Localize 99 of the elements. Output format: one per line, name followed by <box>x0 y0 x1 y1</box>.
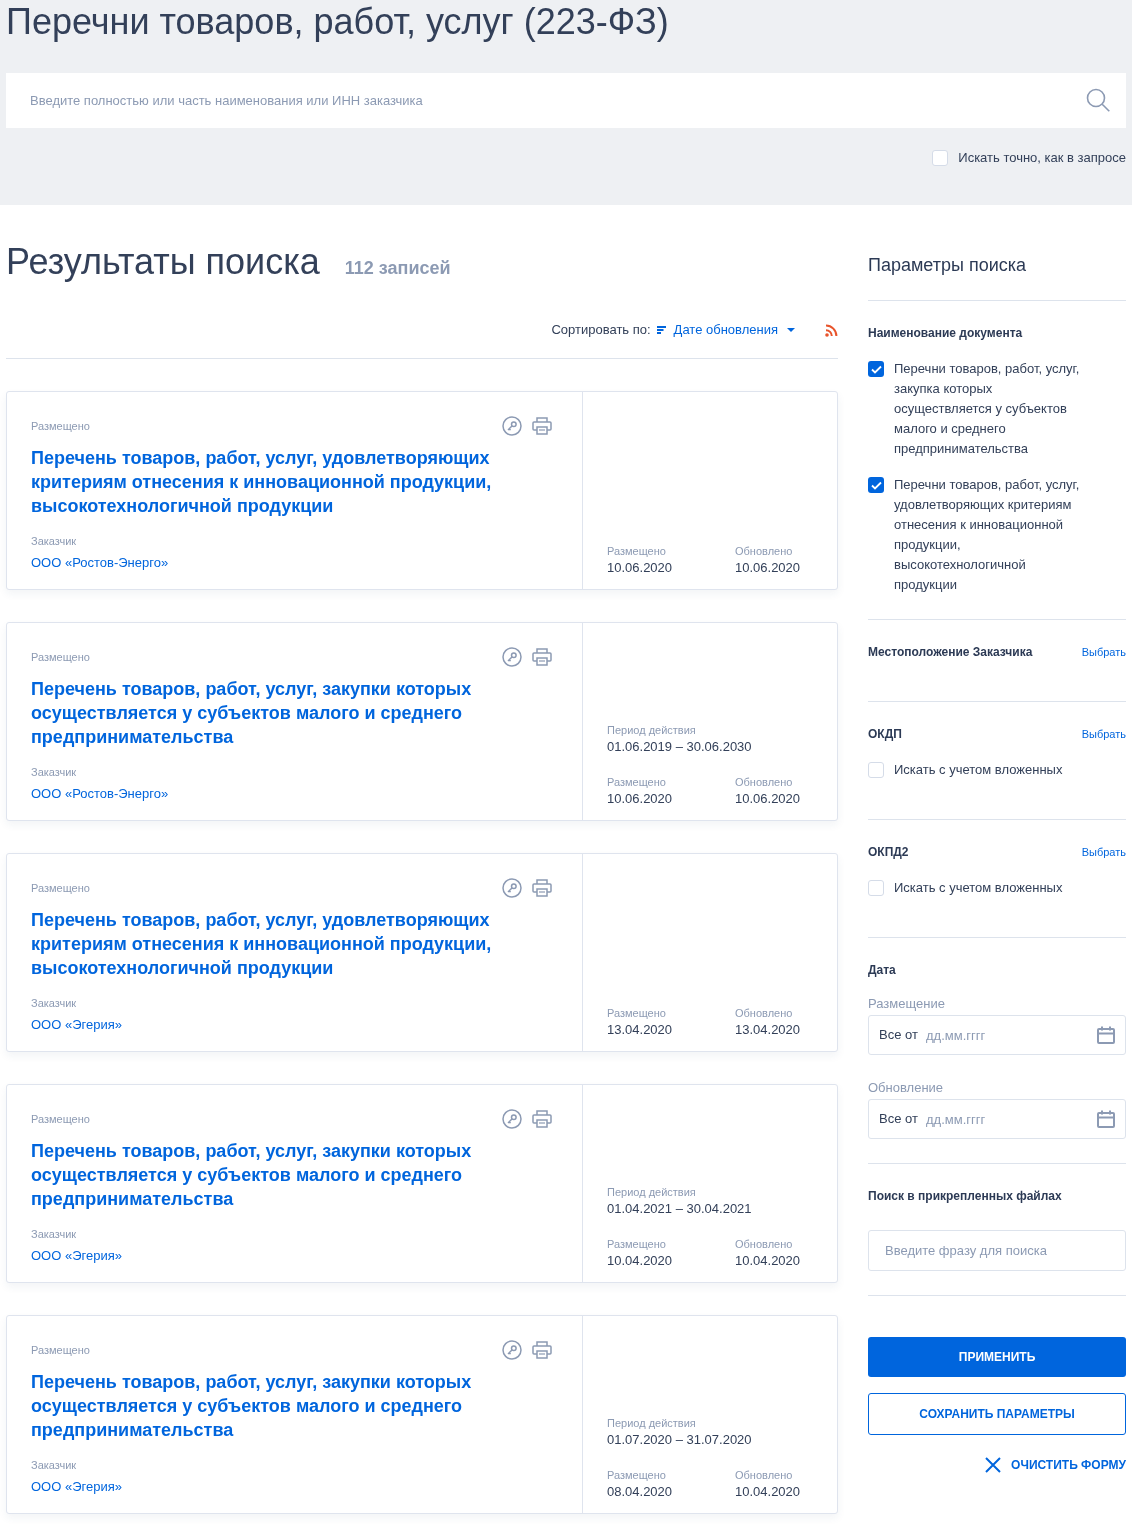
date-value: 10.04.2020 <box>735 1253 801 1269</box>
date-value: 08.04.2020 <box>607 1484 673 1500</box>
customer-label: Заказчик <box>31 1227 77 1242</box>
document-title-link[interactable]: Перечень товаров, работ, услуг, удовлетворяющих критериям отнесения к инновационной продукции, высокотехнологичной продукции <box>31 446 536 518</box>
date-label: Обновлено <box>735 1237 793 1252</box>
sort-label: Сортировать по: <box>551 322 651 338</box>
printer-icon[interactable] <box>532 417 552 435</box>
date-value: 10.04.2020 <box>607 1253 673 1269</box>
customer-label: Заказчик <box>31 996 77 1011</box>
option-label: Искать с учетом вложенных <box>894 880 1063 896</box>
apply-button[interactable]: ПРИМЕНИТЬ <box>868 1337 1126 1377</box>
printer-icon[interactable] <box>532 648 552 666</box>
section-title: ОКПД2 <box>868 844 909 860</box>
select-link[interactable]: Выбрать <box>1081 644 1126 660</box>
date-label: Обновлено <box>735 1468 793 1483</box>
check-icon <box>870 480 882 490</box>
calendar-icon[interactable] <box>1097 1026 1115 1044</box>
customer-link[interactable]: ООО «Эгерия» <box>31 1479 122 1495</box>
date-prefix: Все от <box>879 1027 918 1043</box>
key-icon[interactable] <box>502 878 522 898</box>
key-icon[interactable] <box>502 1340 522 1360</box>
period-label: Период действия <box>607 1185 696 1200</box>
date-label: Размещено <box>607 1006 666 1021</box>
caret-icon <box>787 328 795 332</box>
document-title-link[interactable]: Перечень товаров, работ, услуг, удовлетворяющих критериям отнесения к инновационной продукции, высокотехнологичной продукции <box>31 908 536 980</box>
customer-link[interactable]: ООО «Ростов-Энерго» <box>31 555 169 571</box>
sort-icon <box>656 326 666 334</box>
select-link[interactable]: Выбрать <box>1081 844 1126 860</box>
customer-label: Заказчик <box>31 765 77 780</box>
rss-icon[interactable] <box>825 323 838 337</box>
date-label: Обновлено <box>735 1006 793 1021</box>
key-icon[interactable] <box>502 1109 522 1129</box>
status-label: Размещено <box>31 1112 90 1127</box>
sort-dropdown[interactable]: Дате обновления <box>656 322 795 338</box>
date-value: 10.06.2020 <box>735 560 801 576</box>
customer-label: Заказчик <box>31 1458 77 1473</box>
section-title: ОКДП <box>868 726 902 742</box>
option-label: Перечни товаров, работ, услуг, закупка которых осуществляется у субъектов малого и среднего предпринимательства <box>894 360 1081 458</box>
checkbox[interactable] <box>868 361 884 377</box>
date-label: Обновлено <box>735 775 793 790</box>
checkbox[interactable] <box>868 880 884 896</box>
close-icon <box>985 1457 1002 1473</box>
status-label: Размещено <box>31 881 90 896</box>
checkbox[interactable] <box>868 477 884 493</box>
clear-form-button[interactable]: ОЧИСТИТЬ ФОРМУ <box>985 1457 1126 1473</box>
save-parameters-button[interactable]: СОХРАНИТЬ ПАРАМЕТРЫ <box>868 1393 1126 1435</box>
results-count: 112 записей <box>344 257 451 280</box>
key-icon[interactable] <box>502 416 522 436</box>
date-label: Размещено <box>607 1237 666 1252</box>
search-icon[interactable] <box>1086 88 1110 112</box>
section-title: Дата <box>868 962 896 978</box>
date-label: Размещено <box>607 1468 666 1483</box>
date-value: 13.04.2020 <box>735 1022 801 1038</box>
filters-title: Параметры поиска <box>868 254 1027 277</box>
section-title: Поиск в прикрепленных файлах <box>868 1188 1062 1204</box>
period-label: Период действия <box>607 723 696 738</box>
section-title: Наименование документа <box>868 325 1023 341</box>
date-value: 13.04.2020 <box>607 1022 673 1038</box>
printer-icon[interactable] <box>532 879 552 897</box>
printer-icon[interactable] <box>532 1341 552 1359</box>
option-label: Перечни товаров, работ, услуг, удовлетворяющих критериям отнесения к инновационной продукции, высокотехнологичной продукции <box>894 476 1081 594</box>
calendar-icon[interactable] <box>1097 1110 1115 1128</box>
period-value: 01.07.2020 – 31.07.2020 <box>607 1432 752 1448</box>
field-label: Обновление <box>868 1080 944 1096</box>
select-link[interactable]: Выбрать <box>1081 726 1126 742</box>
period-value: 01.06.2019 – 30.06.2030 <box>607 739 752 755</box>
customer-link[interactable]: ООО «Эгерия» <box>31 1248 122 1264</box>
document-title-link[interactable]: Перечень товаров, работ, услуг, закупки которых осуществляется у субъектов малого и среднего предпринимательства <box>31 1370 536 1442</box>
checkbox[interactable] <box>932 150 949 166</box>
status-label: Размещено <box>31 1343 90 1358</box>
search-field[interactable]: Введите полностью или часть наименования или ИНН заказчика <box>6 73 1126 128</box>
results-title: Результаты поиска <box>6 240 320 284</box>
date-value: 10.06.2020 <box>607 560 673 576</box>
date-value: 10.04.2020 <box>735 1484 801 1500</box>
checkbox[interactable] <box>868 762 884 778</box>
status-label: Размещено <box>31 650 90 665</box>
customer-link[interactable]: ООО «Ростов-Энерго» <box>31 786 169 802</box>
exact-match-label: Искать точно, как в запросе <box>958 150 1126 166</box>
field-label: Размещение <box>868 996 945 1012</box>
key-icon[interactable] <box>502 647 522 667</box>
period-value: 01.04.2021 – 30.04.2021 <box>607 1201 752 1217</box>
status-label: Размещено <box>31 419 90 434</box>
date-value: 10.06.2020 <box>607 791 673 807</box>
date-label: Обновлено <box>735 544 793 559</box>
printer-icon[interactable] <box>532 1110 552 1128</box>
period-label: Период действия <box>607 1416 696 1431</box>
option-label: Искать с учетом вложенных <box>894 762 1063 778</box>
document-title-link[interactable]: Перечень товаров, работ, услуг, закупки которых осуществляется у субъектов малого и среднего предпринимательства <box>31 1139 536 1211</box>
date-value: 10.06.2020 <box>735 791 801 807</box>
date-label: Размещено <box>607 775 666 790</box>
phrase-search-field[interactable]: Введите фразу для поиска <box>868 1230 1126 1271</box>
date-label: Размещено <box>607 544 666 559</box>
date-prefix: Все от <box>879 1111 918 1127</box>
document-title-link[interactable]: Перечень товаров, работ, услуг, закупки которых осуществляется у субъектов малого и среднего предпринимательства <box>31 677 536 749</box>
customer-link[interactable]: ООО «Эгерия» <box>31 1017 122 1033</box>
check-icon <box>870 364 882 374</box>
section-title: Местоположение Заказчика <box>868 644 1033 660</box>
page-title: Перечни товаров, работ, услуг (223-ФЗ) <box>6 0 669 44</box>
customer-label: Заказчик <box>31 534 77 549</box>
